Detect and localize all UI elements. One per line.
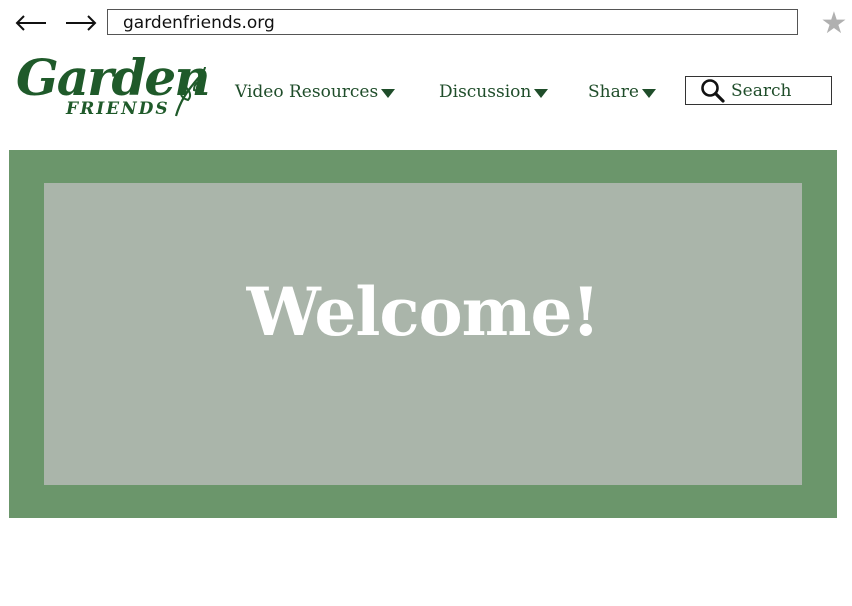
star-icon: ★: [820, 5, 848, 41]
logo-word-friends: FRIENDS: [66, 99, 170, 119]
forward-arrow-icon: [66, 15, 97, 31]
nav-share[interactable]: Share: [588, 80, 656, 104]
back-arrow-icon: [15, 15, 46, 31]
back-button[interactable]: [14, 8, 48, 38]
caret-down-icon: [534, 88, 549, 98]
bookmark-button[interactable]: ★: [818, 5, 850, 41]
caret-down-icon: [641, 88, 656, 98]
hero-panel: Welcome!: [44, 183, 802, 485]
address-bar[interactable]: gardenfriends.org: [107, 9, 798, 35]
leaf-icon: [174, 66, 206, 117]
search-icon: [701, 78, 725, 103]
nav-discussion[interactable]: Discussion: [439, 80, 549, 104]
hero-banner: Welcome!: [9, 150, 837, 518]
nav-video-resources[interactable]: Video Resources: [235, 80, 396, 104]
nav-video-resources-label: Video Resources: [235, 82, 379, 102]
search-label: Search: [731, 80, 792, 101]
nav-share-label: Share: [588, 82, 639, 102]
site-logo[interactable]: Garden FRIENDS: [16, 50, 211, 134]
browser-toolbar: gardenfriends.org ★: [0, 0, 852, 46]
forward-button[interactable]: [64, 8, 98, 38]
nav-discussion-label: Discussion: [439, 82, 532, 102]
hero-title: Welcome!: [246, 273, 601, 351]
caret-down-icon: [381, 88, 396, 98]
search-input[interactable]: Search: [685, 76, 832, 105]
site-header: Garden FRIENDS Video Resources Discussio…: [0, 46, 852, 146]
